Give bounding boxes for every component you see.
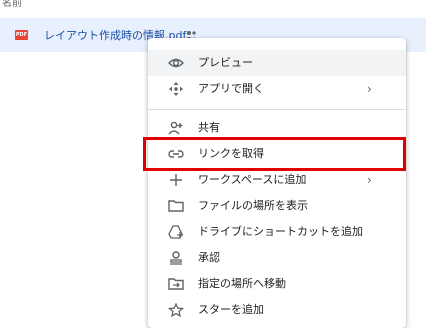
menu-item-add-star[interactable]: スターを追加 — [148, 297, 406, 323]
menu-item-show-file-location[interactable]: ファイルの場所を表示 — [148, 193, 406, 219]
eye-icon — [168, 56, 184, 70]
plus-icon — [168, 173, 184, 187]
menu-item-label: アプリで開く — [198, 82, 264, 95]
menu-item-label: ドライブにショートカットを追加 — [198, 225, 363, 238]
menu-item-approval[interactable]: 承認 — [148, 245, 406, 271]
menu-item-add-shortcut[interactable]: ドライブにショートカットを追加 — [148, 219, 406, 245]
person-add-icon — [168, 121, 184, 135]
chevron-right-icon: › — [367, 82, 372, 96]
name-column-header[interactable]: 名前 — [0, 0, 22, 9]
menu-item-label: 承認 — [198, 251, 220, 264]
menu-divider — [148, 109, 406, 110]
menu-item-label: プレビュー — [198, 56, 253, 69]
move-arrows-icon — [168, 82, 184, 96]
menu-item-open-with[interactable]: アプリで開く › — [148, 76, 406, 102]
approval-icon — [168, 251, 184, 265]
drive-shortcut-icon — [168, 225, 184, 239]
star-icon — [168, 303, 184, 317]
move-to-folder-icon — [168, 277, 184, 291]
folder-icon — [168, 199, 184, 213]
highlight-box — [143, 137, 406, 171]
context-menu: プレビュー アプリで開く › 共有 リンクを取得 ワークスペースに追加 › ファ… — [148, 38, 406, 328]
menu-item-preview[interactable]: プレビュー — [148, 50, 406, 76]
menu-item-label: ファイルの場所を表示 — [198, 199, 308, 212]
menu-item-label: 指定の場所へ移動 — [198, 277, 286, 290]
pdf-file-icon: PDF — [15, 30, 28, 40]
menu-item-label: スターを追加 — [198, 303, 264, 316]
menu-item-move-to[interactable]: 指定の場所へ移動 — [148, 271, 406, 297]
